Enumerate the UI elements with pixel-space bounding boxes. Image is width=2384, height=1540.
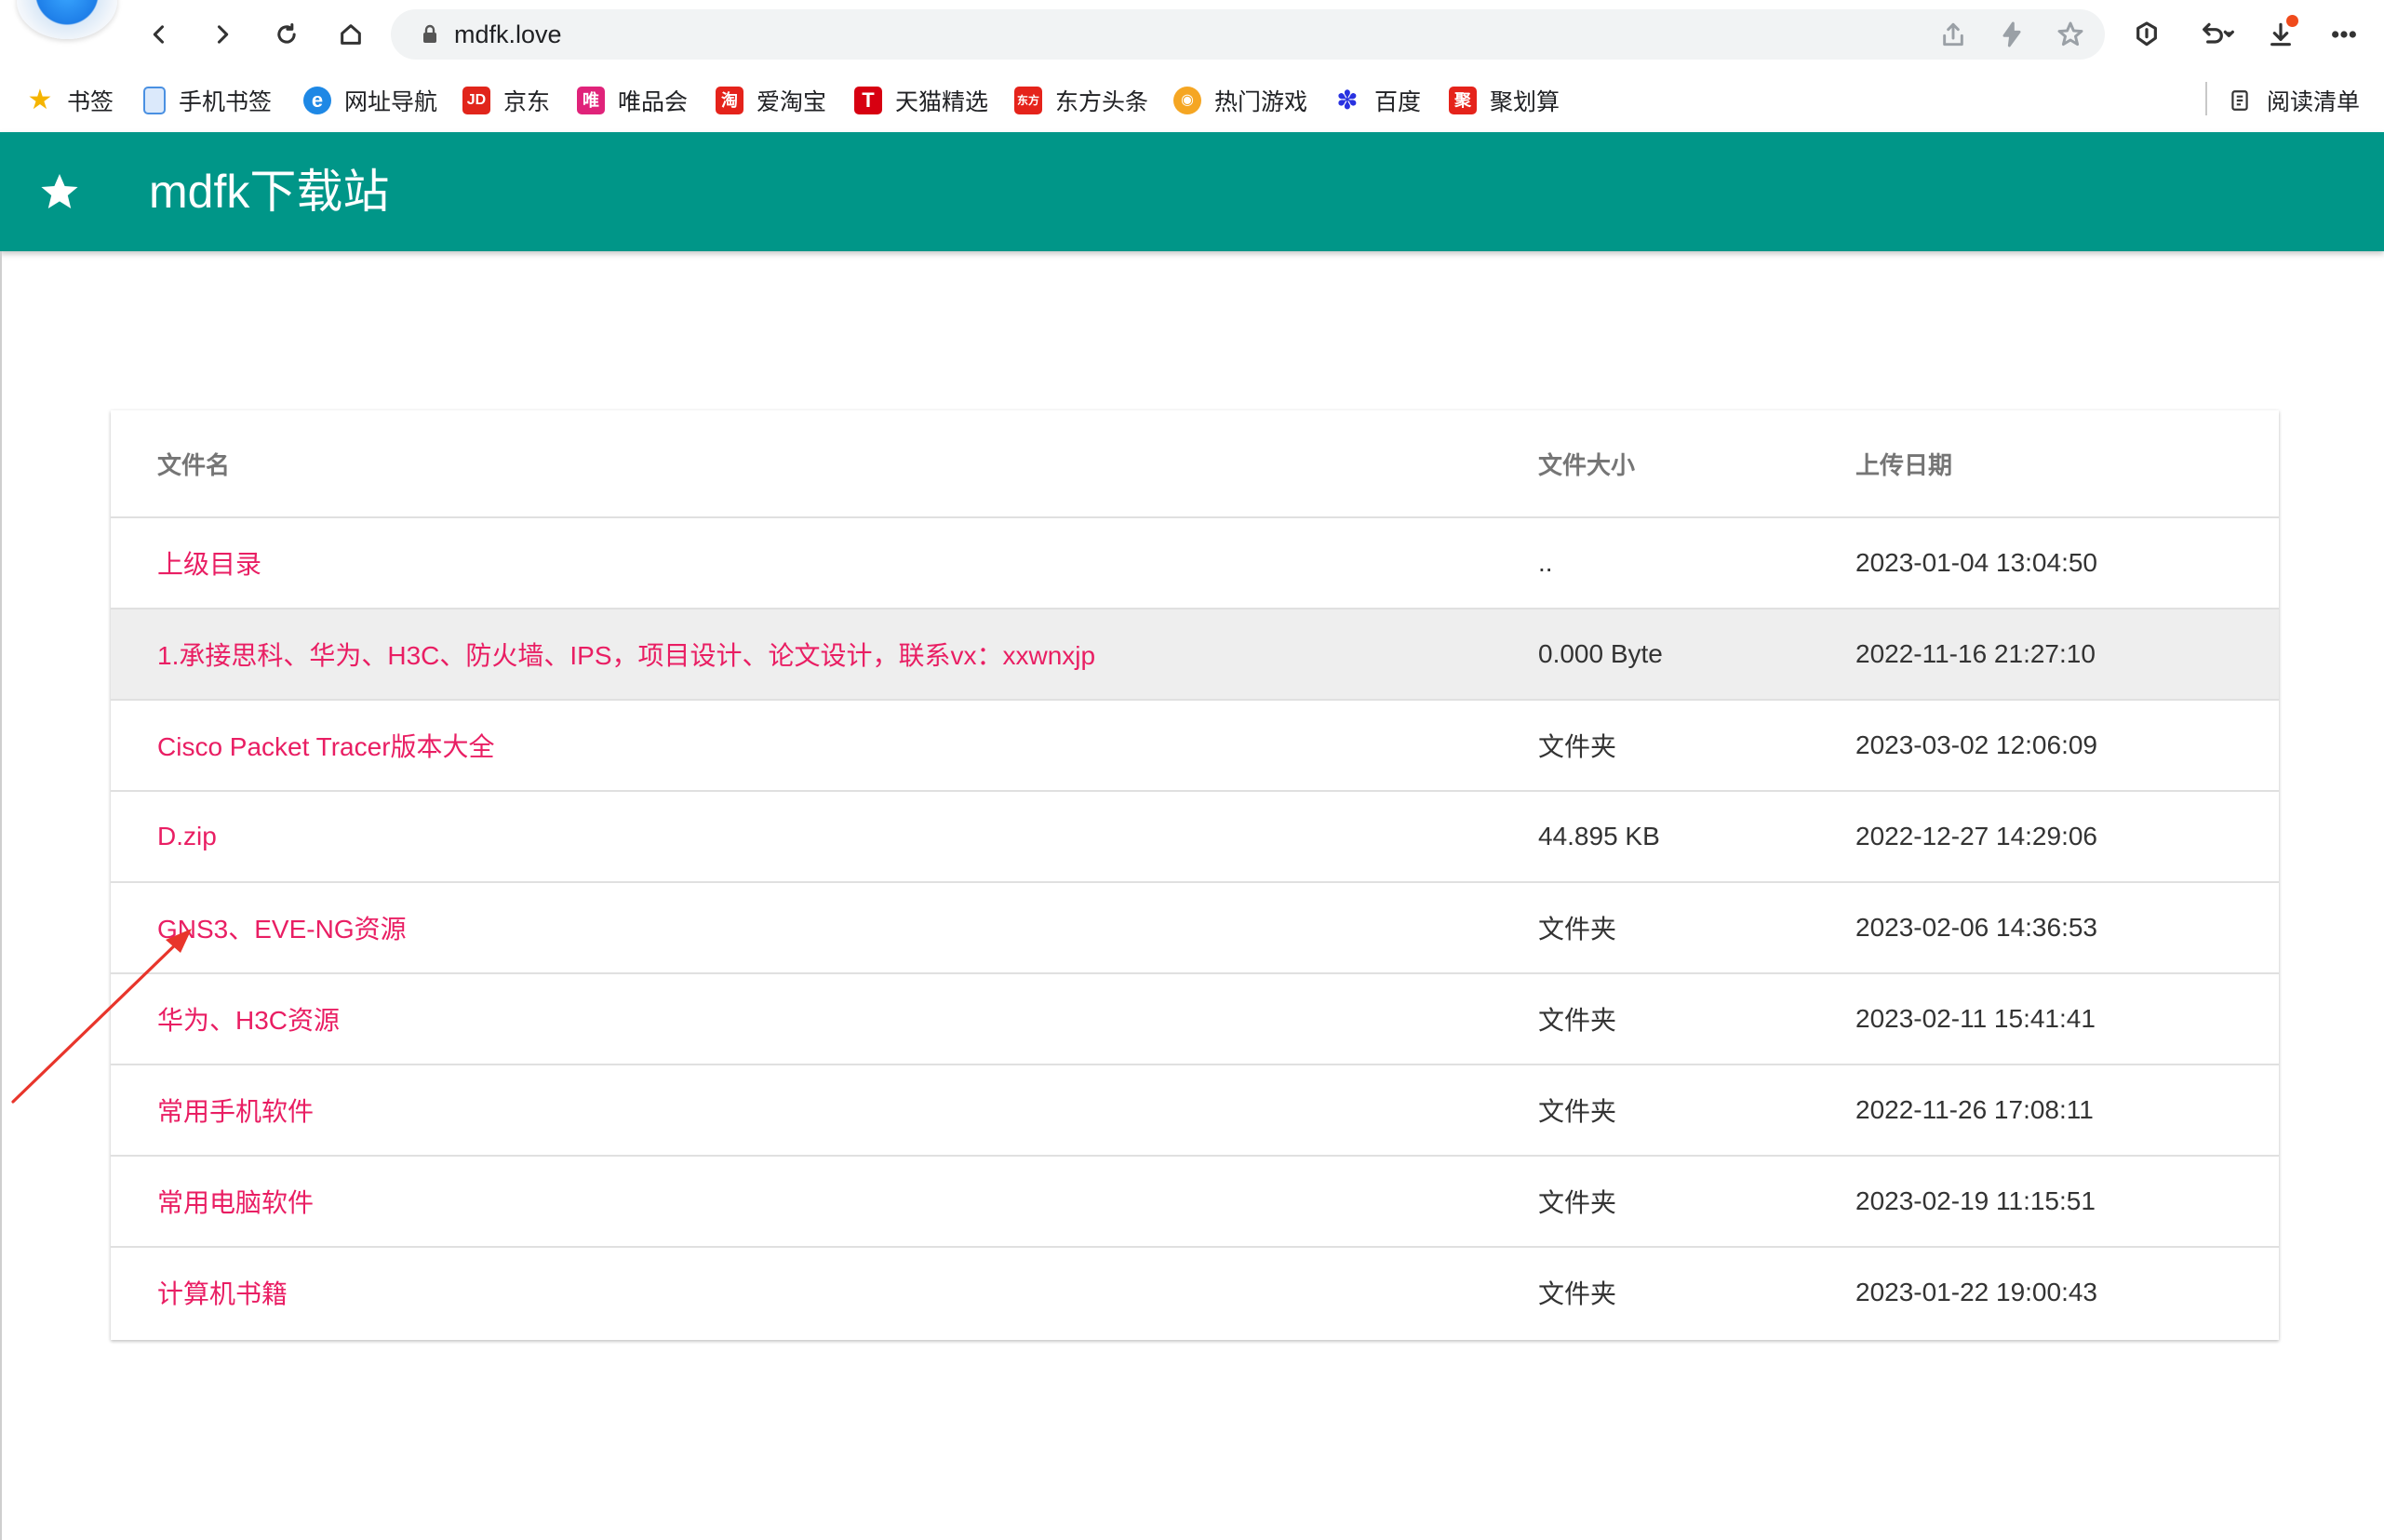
back-button[interactable]: [138, 13, 181, 56]
upload-date: 2023-01-22 19:00:43: [1855, 1278, 2097, 1306]
bookmark-item[interactable]: 淘 爱淘宝: [716, 82, 826, 119]
file-link[interactable]: D.zip: [157, 792, 217, 881]
star-icon: [37, 169, 82, 214]
upload-date: 2022-11-26 17:08:11: [1855, 1095, 2094, 1124]
bookmark-item[interactable]: ★ 书签: [26, 82, 114, 119]
file-table: 文件名 文件大小 上传日期 上级目录 .. 2023-01-04 13:04:5…: [111, 410, 2279, 1340]
chevron-right-icon: [217, 25, 229, 44]
bookmarks-divider: [2205, 82, 2207, 115]
file-size: 文件夹: [1538, 732, 1617, 761]
file-size: ..: [1538, 548, 1553, 577]
vip-icon: 唯: [577, 87, 605, 114]
file-link[interactable]: 1.承接思科、华为、H3C、防火墙、IPS，项目设计、论文设计，联系vx：xxw…: [157, 609, 1095, 699]
column-header-date: 上传日期: [1855, 450, 1953, 479]
home-icon: [341, 24, 361, 45]
table-row: 华为、H3C资源 文件夹 2023-02-11 15:41:41: [111, 972, 2279, 1064]
downloads-button[interactable]: [2259, 13, 2302, 56]
upload-date: 2022-11-16 21:27:10: [1855, 639, 2096, 668]
file-size: 文件夹: [1538, 1188, 1617, 1217]
browser-logo-icon: [17, 0, 117, 39]
reload-button[interactable]: [265, 13, 308, 56]
share-icon[interactable]: [1938, 20, 1968, 49]
file-size: 文件夹: [1538, 1006, 1617, 1035]
chevron-left-icon: [153, 25, 165, 44]
favorite-star-icon[interactable]: [2056, 20, 2085, 49]
file-size: 44.895 KB: [1538, 822, 1660, 850]
file-size: 0.000 Byte: [1538, 639, 1663, 668]
download-badge: [2286, 15, 2298, 27]
forward-button[interactable]: [201, 13, 244, 56]
bookmark-item[interactable]: ◉ 热门游戏: [1173, 82, 1307, 119]
upload-date: 2023-02-11 15:41:41: [1855, 1004, 2096, 1033]
upload-date: 2023-02-19 11:15:51: [1855, 1186, 2096, 1215]
bookmark-item[interactable]: 唯 唯品会: [577, 82, 688, 119]
column-header-size: 文件大小: [1538, 450, 1636, 479]
more-dots-icon: [2332, 31, 2356, 38]
file-size: 文件夹: [1538, 915, 1617, 944]
table-row: 常用电脑软件 文件夹 2023-02-19 11:15:51: [111, 1155, 2279, 1246]
bookmark-item[interactable]: e 网址导航: [303, 82, 437, 119]
table-row: GNS3、EVE-NG资源 文件夹 2023-02-06 14:36:53: [111, 881, 2279, 972]
baidu-paw-icon: ✽: [1336, 86, 1359, 114]
column-header-name: 文件名: [157, 450, 231, 479]
bookmark-item[interactable]: 东方 东方头条: [1014, 82, 1148, 119]
table-row: D.zip 44.895 KB 2022-12-27 14:29:06: [111, 790, 2279, 881]
lightning-icon[interactable]: [1997, 20, 2027, 49]
file-link[interactable]: Cisco Packet Tracer版本大全: [157, 701, 495, 790]
annotation-arrow-icon: [11, 929, 192, 1104]
jd-icon: JD: [462, 87, 490, 114]
lock-icon: [419, 23, 441, 46]
table-row: 1.承接思科、华为、H3C、防火墙、IPS，项目设计、论文设计，联系vx：xxw…: [111, 608, 2279, 699]
taobao-icon: 淘: [716, 87, 743, 114]
phone-icon: [143, 87, 166, 114]
more-menu-button[interactable]: [2323, 13, 2365, 56]
juhuasuan-icon: 聚: [1449, 87, 1477, 114]
undo-menu-button[interactable]: [2189, 13, 2244, 56]
file-link-parent-dir[interactable]: 上级目录: [157, 518, 261, 608]
toutiao-icon: 东方: [1014, 87, 1042, 114]
bookmark-item[interactable]: 聚 聚划算: [1449, 82, 1560, 119]
table-row: 上级目录 .. 2023-01-04 13:04:50: [111, 516, 2279, 608]
bookmarks-bar: ★ 书签 手机书签 e 网址导航 JD 京东 唯 唯品会 淘 爱淘宝 T 天猫精…: [0, 73, 2384, 132]
site-header: mdfk下载站: [0, 132, 2384, 251]
upload-date: 2023-03-02 12:06:09: [1855, 730, 2097, 759]
bookmark-item[interactable]: JD 京东: [462, 82, 550, 119]
puzzle-icon: [2136, 21, 2157, 47]
address-bar[interactable]: mdfk.love: [391, 9, 2105, 60]
url-text[interactable]: mdfk.love: [454, 20, 562, 48]
site-title: mdfk下载站: [149, 166, 390, 218]
file-size: 文件夹: [1538, 1279, 1617, 1308]
bookmark-item[interactable]: ✽ 百度: [1333, 82, 1421, 119]
upload-date: 2022-12-27 14:29:06: [1855, 822, 2097, 850]
bookmark-item[interactable]: T 天猫精选: [854, 82, 988, 119]
reading-list-icon: [2226, 87, 2254, 114]
undo-icon: [2203, 22, 2234, 44]
bookmark-item[interactable]: 手机书签: [143, 82, 272, 119]
home-button[interactable]: [329, 13, 372, 56]
table-row: 常用手机软件 文件夹 2022-11-26 17:08:11: [111, 1064, 2279, 1155]
file-link[interactable]: 常用电脑软件: [157, 1157, 314, 1246]
window-edge: [0, 251, 2, 1540]
table-row: Cisco Packet Tracer版本大全 文件夹 2023-03-02 1…: [111, 699, 2279, 790]
tmall-icon: T: [854, 87, 882, 114]
extensions-button[interactable]: [2125, 13, 2168, 56]
table-header: 文件名 文件大小 上传日期: [111, 410, 2279, 516]
table-row: 计算机书籍 文件夹 2023-01-22 19:00:43: [111, 1246, 2279, 1337]
browser-toolbar: mdfk.love: [0, 0, 2384, 73]
star-icon: ★: [27, 85, 53, 115]
upload-date: 2023-01-04 13:04:50: [1855, 548, 2097, 577]
file-size: 文件夹: [1538, 1097, 1617, 1126]
refresh-icon: [277, 22, 296, 44]
file-link[interactable]: 计算机书籍: [157, 1248, 288, 1337]
e-icon: e: [303, 87, 331, 114]
game-icon: ◉: [1173, 87, 1201, 114]
upload-date: 2023-02-06 14:36:53: [1855, 913, 2097, 942]
reading-list-button[interactable]: 阅读清单: [2226, 82, 2360, 119]
